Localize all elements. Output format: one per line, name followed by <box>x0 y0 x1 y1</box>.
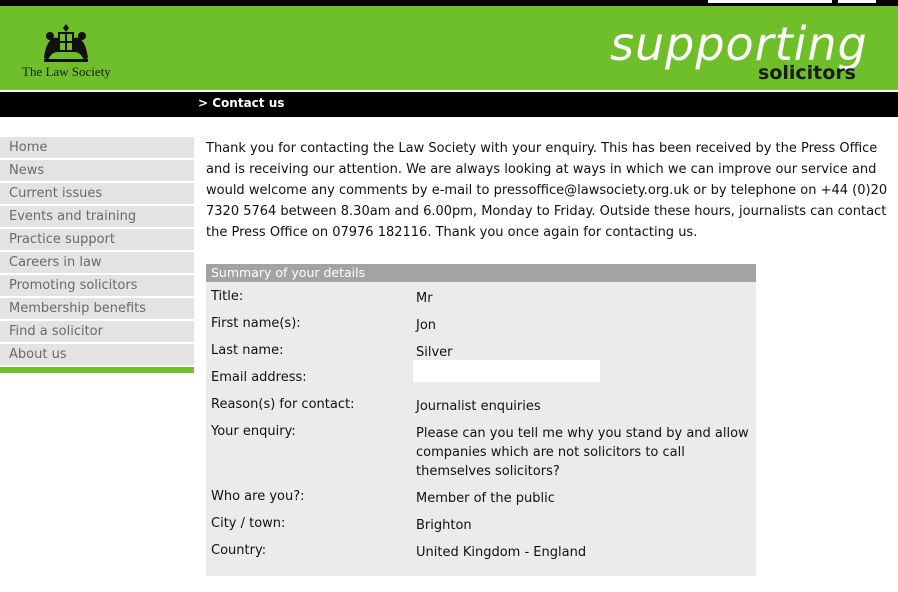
sidebar-item-events-and-training[interactable]: Events and training <box>0 206 194 227</box>
sidebar-item-find-a-solicitor[interactable]: Find a solicitor <box>0 321 194 342</box>
sidebar-item-practice-support[interactable]: Practice support <box>0 229 194 250</box>
slogan: supporting solicitors <box>610 18 867 88</box>
sidebar-item-news[interactable]: News <box>0 160 194 181</box>
summary-label: Who are you?: <box>211 489 305 504</box>
law-society-logo[interactable]: The Law Society <box>20 20 120 84</box>
sidebar-item-home[interactable]: Home <box>0 137 194 158</box>
summary-label: Your enquiry: <box>211 424 296 439</box>
summary-value: Member of the public <box>416 491 555 506</box>
summary-label: Title: <box>211 289 244 304</box>
summary-label: Email address: <box>211 370 307 385</box>
breadcrumb-bar: > Contact us <box>0 90 898 117</box>
summary-label: First name(s): <box>211 316 301 331</box>
summary-panel: Summary of your details Title: Mr First … <box>206 264 756 576</box>
sidebar-divider <box>0 367 194 373</box>
summary-heading: Summary of your details <box>206 264 756 282</box>
summary-label: Country: <box>211 543 267 558</box>
site-header: The Law Society supporting solicitors <box>0 6 898 90</box>
sidebar-item-about-us[interactable]: About us <box>0 344 194 365</box>
summary-label: City / town: <box>211 516 286 531</box>
logo-text: The Law Society <box>22 64 111 79</box>
summary-value: Jon <box>416 318 437 333</box>
sidebar-item-promoting-solicitors[interactable]: Promoting solicitors <box>0 275 194 296</box>
sidebar-nav: Home News Current issues Events and trai… <box>0 137 194 373</box>
email-redacted-box <box>413 360 600 382</box>
summary-label: Reason(s) for contact: <box>211 397 355 412</box>
sidebar-item-careers-in-law[interactable]: Careers in law <box>0 252 194 273</box>
summary-value: Brighton <box>416 518 472 533</box>
summary-value: United Kingdom - England <box>416 545 587 560</box>
summary-value: Please can you tell me why you stand by … <box>416 426 749 479</box>
sidebar-item-current-issues[interactable]: Current issues <box>0 183 194 204</box>
sidebar-item-membership-benefits[interactable]: Membership benefits <box>0 298 194 319</box>
thank-you-message: Thank you for contacting the Law Society… <box>206 141 888 240</box>
crest-icon <box>44 24 88 62</box>
summary-value: Journalist enquiries <box>416 399 541 414</box>
slogan-solicitors: solicitors <box>758 62 856 84</box>
top-search-input[interactable] <box>708 0 832 3</box>
summary-value: Mr <box>416 291 433 306</box>
summary-label: Last name: <box>211 343 284 358</box>
breadcrumb[interactable]: > Contact us <box>198 96 284 110</box>
top-search-button[interactable] <box>838 0 876 3</box>
